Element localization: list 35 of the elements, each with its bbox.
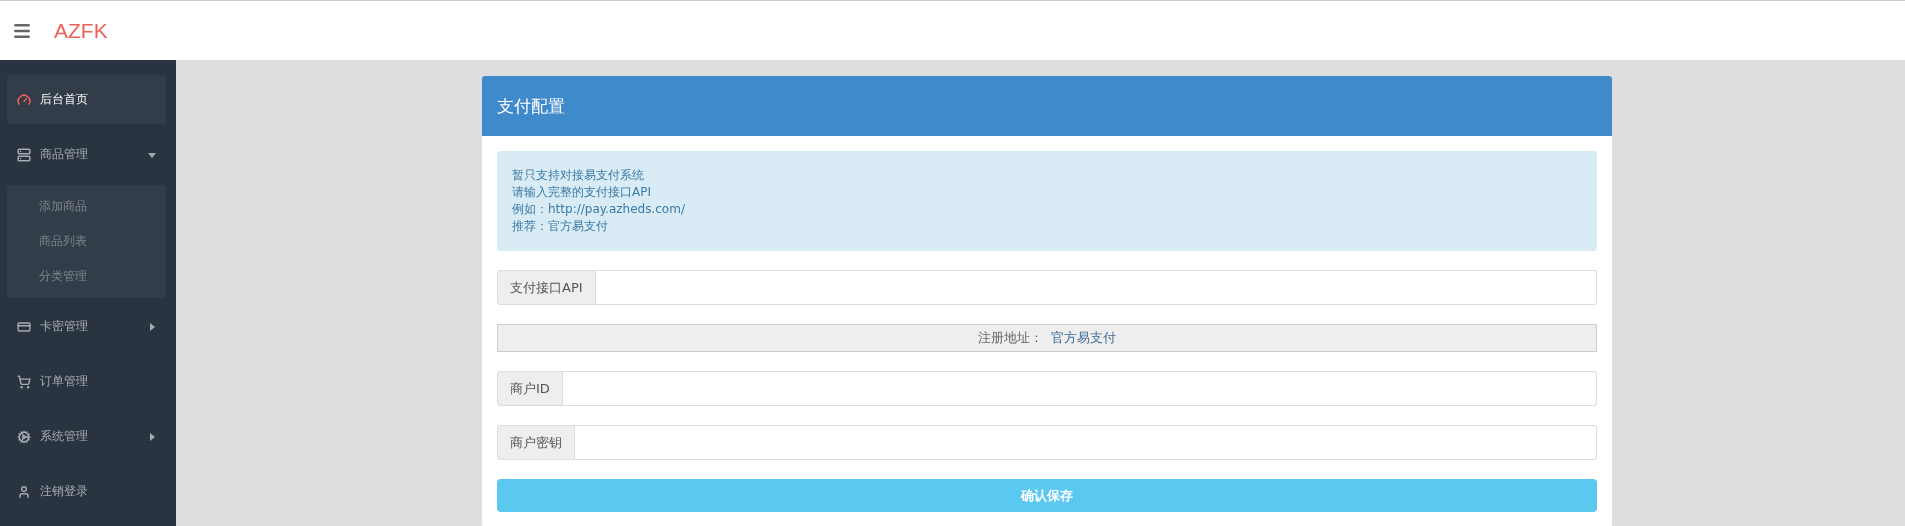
- input-field[interactable]: [575, 425, 1597, 460]
- notice-text: 请输入完整的支付接口API: [512, 184, 652, 201]
- register-label: 注册地址：: [978, 329, 1043, 347]
- input-field[interactable]: [595, 270, 1597, 305]
- field-label: 商户密钥: [497, 425, 575, 460]
- notice-text: 例如：http://pay.azheds.com/: [512, 201, 686, 218]
- cart-icon: [17, 374, 31, 389]
- field-label: 支付接口API: [497, 270, 596, 305]
- sidebar-item[interactable]: 商品管理: [7, 130, 166, 179]
- card-icon: [17, 319, 31, 334]
- sidebar-label: 后台首页: [40, 91, 89, 108]
- notice-text: 暂只支持对接易支付系统: [512, 167, 645, 184]
- sidebar-label: 订单管理: [40, 373, 89, 390]
- sidebar-item[interactable]: 后台首页: [7, 75, 166, 124]
- sidebar-item[interactable]: 注销登录: [7, 467, 166, 516]
- gear-icon: [17, 429, 31, 444]
- input-field[interactable]: [562, 371, 1597, 406]
- server-icon: [17, 147, 31, 162]
- sidebar-item[interactable]: 卡密管理: [7, 302, 166, 351]
- brand-logo: AZFK: [54, 18, 108, 43]
- user-icon: [17, 484, 31, 499]
- sidebar-label: 卡密管理: [40, 318, 89, 335]
- gauge-icon: [17, 92, 31, 107]
- submenu-item[interactable]: 添加商品: [7, 189, 166, 224]
- sidebar-label: 系统管理: [40, 428, 89, 445]
- register-link[interactable]: 官方易支付: [1051, 329, 1116, 347]
- submenu-item[interactable]: 商品列表: [7, 224, 166, 259]
- submenu-item[interactable]: 分类管理: [7, 259, 166, 294]
- sidebar-item[interactable]: 系统管理: [7, 412, 166, 461]
- sidebar-item[interactable]: 订单管理: [7, 357, 166, 406]
- card-title: 支付配置: [482, 76, 1612, 136]
- field-label: 商户ID: [497, 371, 563, 406]
- notice-text: 推荐：官方易支付: [512, 218, 609, 235]
- sidebar-label: 注销登录: [40, 483, 89, 500]
- sidebar-label: 商品管理: [40, 146, 89, 163]
